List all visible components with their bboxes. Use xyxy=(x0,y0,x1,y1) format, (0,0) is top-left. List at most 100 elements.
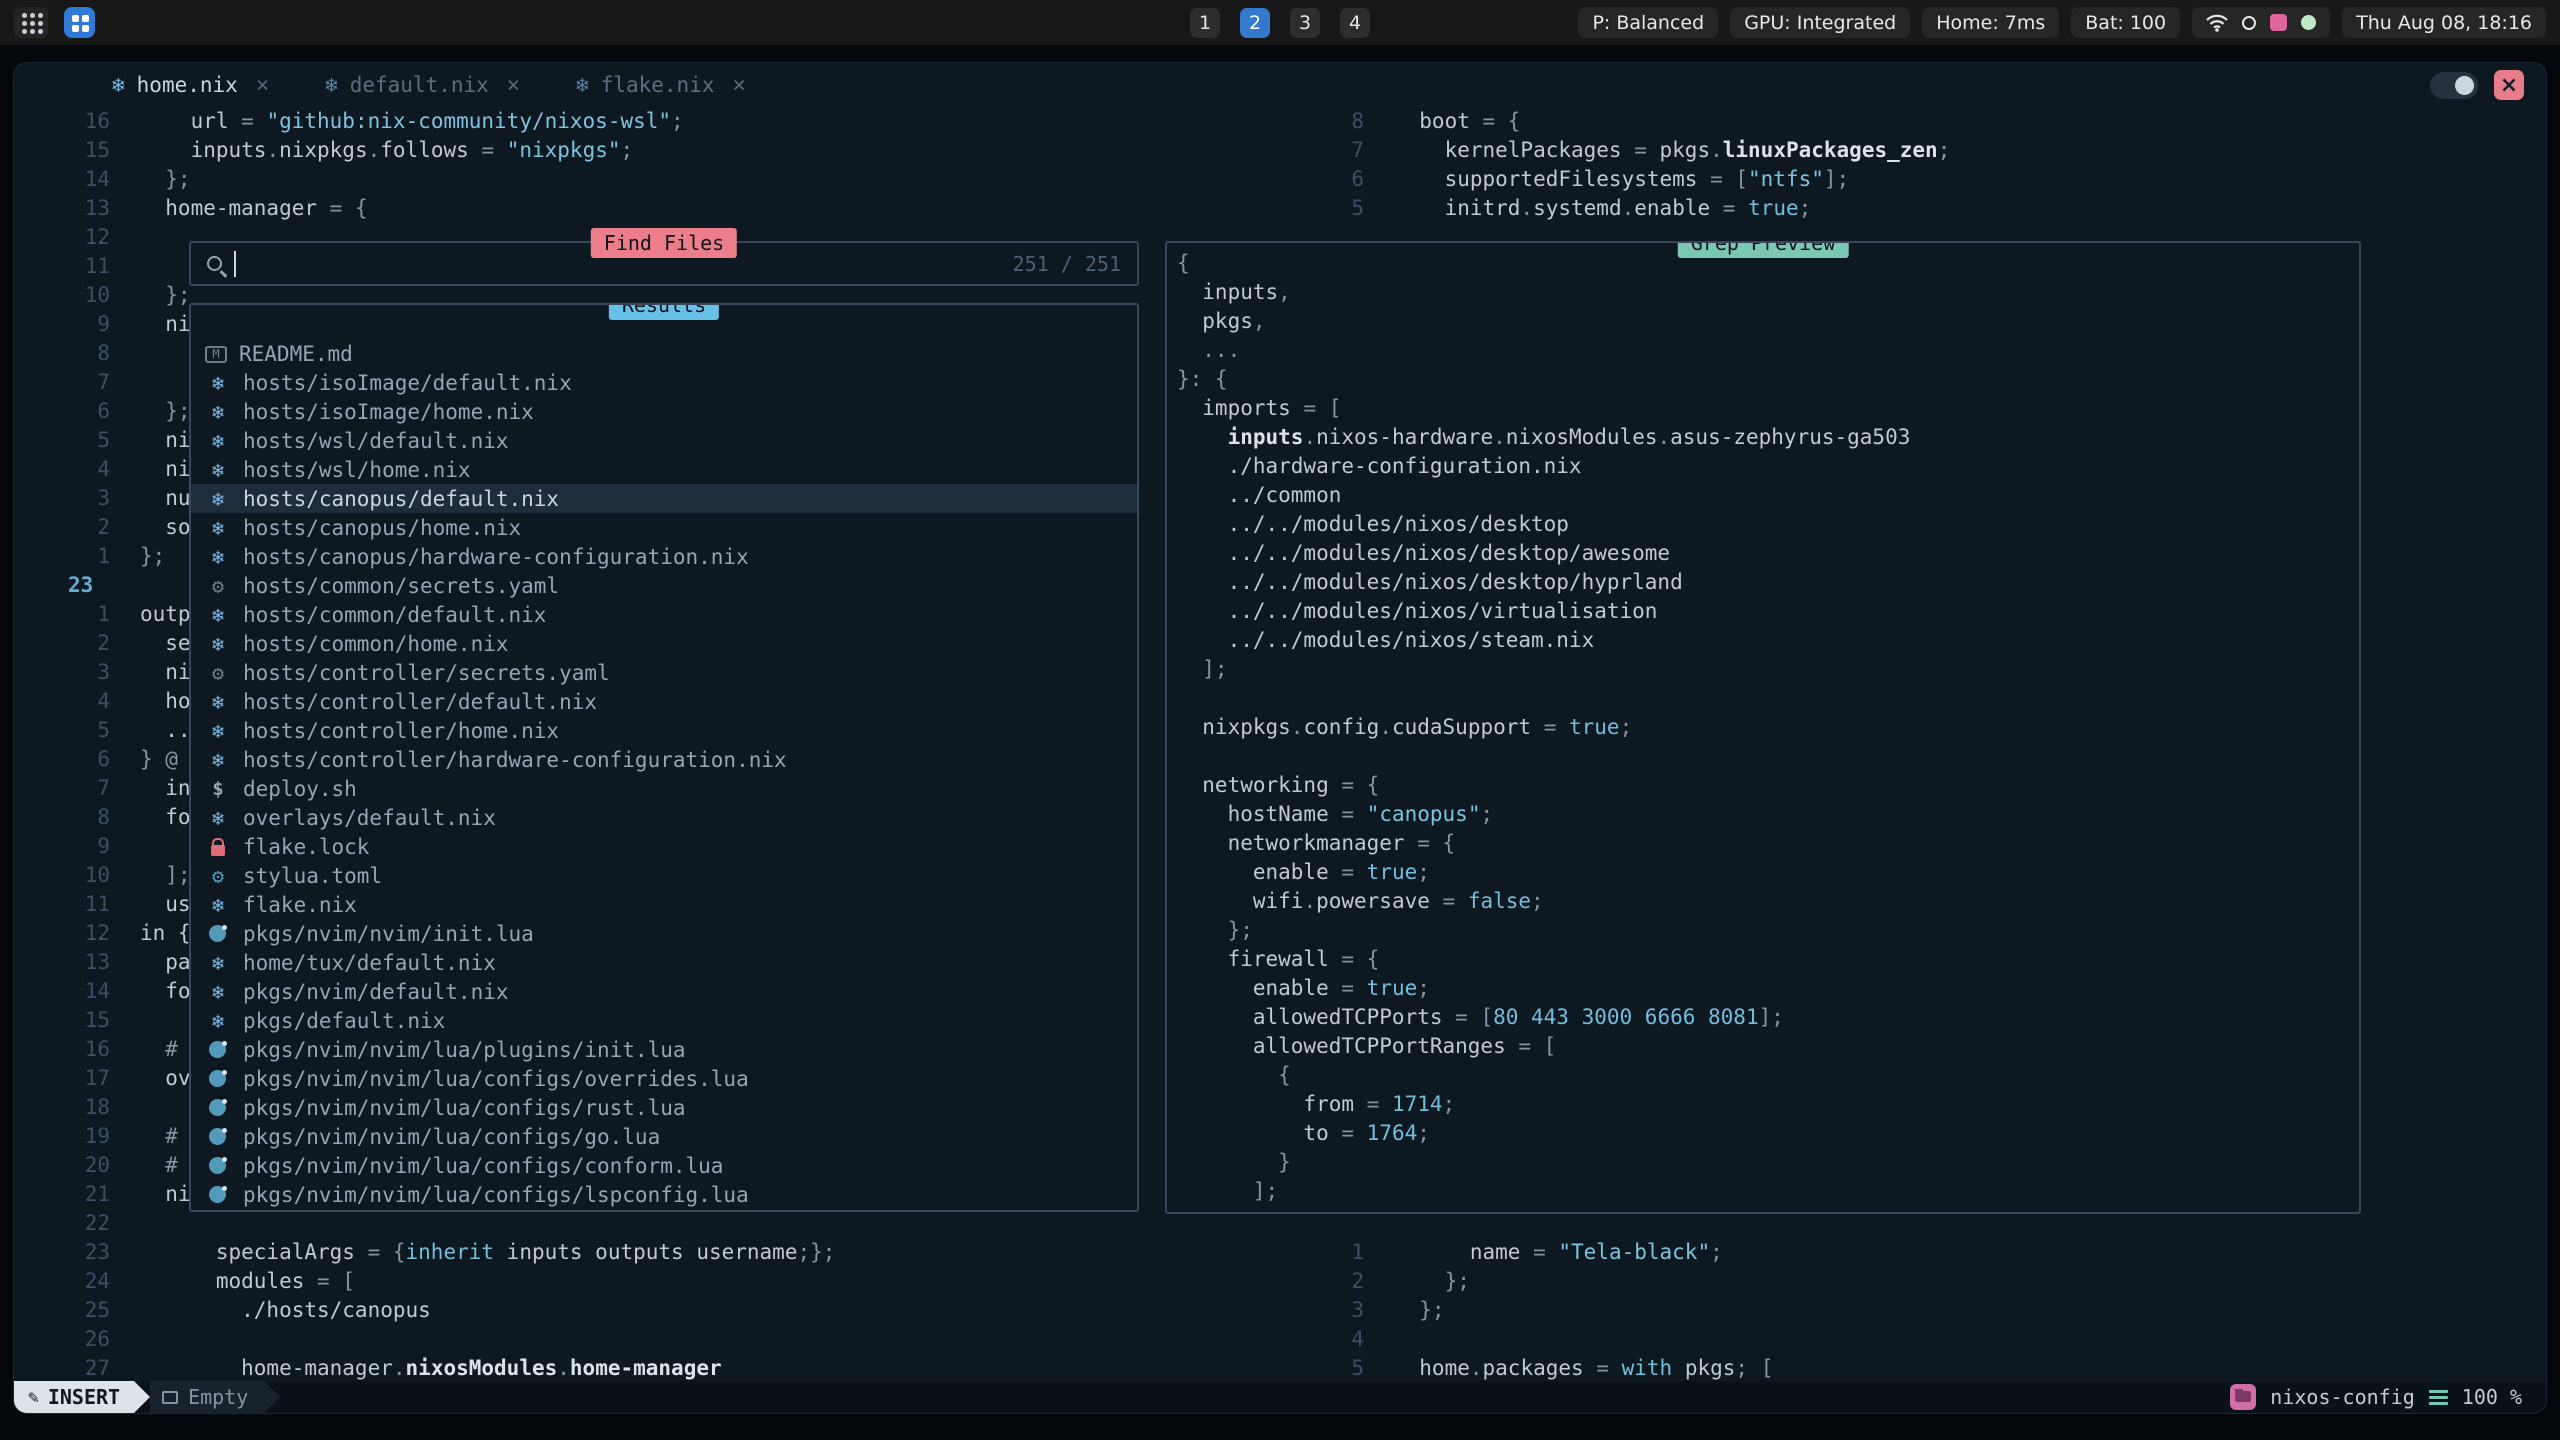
code-text: inputs, xyxy=(1177,278,1291,307)
code-text: ../../modules/nixos/desktop/awesome xyxy=(1177,539,1670,568)
theme-toggle[interactable] xyxy=(2430,72,2478,99)
result-row[interactable]: pkgs/nvim/nvim/lua/configs/overrides.lua xyxy=(191,1064,1137,1093)
workspace-3[interactable]: 3 xyxy=(1290,8,1320,38)
line-number: 1 xyxy=(40,600,140,629)
result-row[interactable]: hosts/canopus/hardware-configuration.nix xyxy=(191,542,1137,571)
finder-results: Results README.mdhosts/isoImage/default.… xyxy=(189,303,1139,1212)
line-number: 5 xyxy=(40,426,140,455)
result-row[interactable]: hosts/isoImage/home.nix xyxy=(191,397,1137,426)
result-row[interactable]: hosts/wsl/default.nix xyxy=(191,426,1137,455)
media-icon xyxy=(2270,14,2287,31)
finder-prompt[interactable]: Find Files 251 / 251 xyxy=(189,241,1139,286)
line-number: 4 xyxy=(40,455,140,484)
tab-close-icon[interactable]: × xyxy=(256,73,269,98)
result-row[interactable]: flake.lock xyxy=(191,832,1137,861)
code-text: home.packages = with pkgs; [ xyxy=(1394,1354,1773,1383)
scroll-progress: 100 % xyxy=(2462,1385,2522,1409)
code-line: 25 ./hosts/canopus xyxy=(40,1296,835,1325)
line-number: 26 xyxy=(40,1325,140,1354)
line-number: 9 xyxy=(40,832,140,861)
line-number: 21 xyxy=(40,1180,140,1209)
code-text: wifi.powersave = false; xyxy=(1177,887,1544,916)
result-row[interactable]: hosts/controller/home.nix xyxy=(191,716,1137,745)
system-tray xyxy=(2192,7,2330,38)
result-filename: hosts/common/home.nix xyxy=(243,632,509,656)
code-text: ... xyxy=(1177,336,1240,365)
result-row[interactable]: pkgs/nvim/nvim/lua/plugins/init.lua xyxy=(191,1035,1137,1064)
nix-file-icon xyxy=(205,486,231,512)
result-row[interactable]: pkgs/nvim/nvim/init.lua xyxy=(191,919,1137,948)
nix-icon: ❄ xyxy=(576,73,589,97)
result-row[interactable]: pkgs/nvim/nvim/lua/configs/rust.lua xyxy=(191,1093,1137,1122)
code-text: } @ xyxy=(140,745,178,774)
result-filename: pkgs/nvim/default.nix xyxy=(243,980,509,1004)
code-line: from = 1714; xyxy=(1177,1090,1910,1119)
result-row[interactable]: hosts/controller/default.nix xyxy=(191,687,1137,716)
tab-default-nix[interactable]: ❄ default.nix × xyxy=(297,63,548,107)
workspace-1[interactable]: 1 xyxy=(1190,8,1220,38)
result-row[interactable]: home/tux/default.nix xyxy=(191,948,1137,977)
result-row[interactable]: README.md xyxy=(191,339,1137,368)
result-row[interactable]: hosts/canopus/default.nix xyxy=(191,484,1137,513)
result-row[interactable]: pkgs/nvim/nvim/lua/configs/lspconfig.lua xyxy=(191,1180,1137,1209)
editor-pane-right-bottom[interactable]: 1 name = "Tela-black";2 };3 };45 home.pa… xyxy=(1294,1238,1773,1383)
result-filename: pkgs/nvim/nvim/lua/configs/lspconfig.lua xyxy=(243,1183,749,1207)
result-row[interactable]: overlays/default.nix xyxy=(191,803,1137,832)
code-text: enable = true; xyxy=(1177,858,1430,887)
lua-file-icon xyxy=(205,1095,231,1121)
workspace-4[interactable]: 4 xyxy=(1340,8,1370,38)
result-row[interactable]: hosts/controller/hardware-configuration.… xyxy=(191,745,1137,774)
code-text: allowedTCPPorts = [80 443 3000 6666 8081… xyxy=(1177,1003,1784,1032)
result-filename: stylua.toml xyxy=(243,864,382,888)
app-launcher-icon[interactable] xyxy=(14,7,48,38)
topbar-status-modules: P: Balanced GPU: Integrated Home: 7ms Ba… xyxy=(1578,7,2546,38)
gpu-module: GPU: Integrated xyxy=(1730,7,1910,38)
workspace-2[interactable]: 2 xyxy=(1240,8,1270,38)
result-row[interactable]: hosts/wsl/home.nix xyxy=(191,455,1137,484)
nix-file-icon xyxy=(205,457,231,483)
result-row[interactable]: hosts/common/default.nix xyxy=(191,600,1137,629)
topbar-left xyxy=(14,7,95,38)
nix-file-icon xyxy=(205,892,231,918)
search-icon xyxy=(207,256,222,271)
tab-flake-nix[interactable]: ❄ flake.nix × xyxy=(548,63,774,107)
result-row[interactable]: hosts/isoImage/default.nix xyxy=(191,368,1137,397)
progress-lines-icon xyxy=(2429,1390,2448,1393)
result-row[interactable]: hosts/controller/secrets.yaml xyxy=(191,658,1137,687)
window-close-button[interactable]: × xyxy=(2494,70,2524,100)
app-menu-icon[interactable] xyxy=(64,7,95,38)
code-text: in xyxy=(140,774,191,803)
line-number: 11 xyxy=(40,252,140,281)
code-line: 24 modules = [ xyxy=(40,1267,835,1296)
grep-preview-popup: Grep Preview { inputs, pkgs, ...}: { imp… xyxy=(1165,241,2361,1214)
result-row[interactable]: stylua.toml xyxy=(191,861,1137,890)
result-row[interactable]: pkgs/default.nix xyxy=(191,1006,1137,1035)
line-number: 27 xyxy=(40,1354,140,1383)
tab-label: default.nix xyxy=(350,73,489,97)
tab-home-nix[interactable]: ❄ home.nix × xyxy=(84,63,297,107)
code-text: ov xyxy=(140,1064,191,1093)
result-row[interactable]: hosts/common/secrets.yaml xyxy=(191,571,1137,600)
grid-icon xyxy=(22,13,27,18)
result-row[interactable]: pkgs/nvim/nvim/lua/configs/conform.lua xyxy=(191,1151,1137,1180)
tab-close-icon[interactable]: × xyxy=(507,73,520,98)
line-number: 18 xyxy=(40,1093,140,1122)
tab-close-icon[interactable]: × xyxy=(733,73,746,98)
line-number: 6 xyxy=(1294,165,1394,194)
code-text: }; xyxy=(1177,916,1253,945)
result-row[interactable]: pkgs/nvim/nvim/lua/configs/go.lua xyxy=(191,1122,1137,1151)
result-row[interactable]: hosts/canopus/home.nix xyxy=(191,513,1137,542)
workspace-switcher: 1 2 3 4 xyxy=(1190,8,1370,38)
result-row[interactable]: pkgs/nvim/default.nix xyxy=(191,977,1137,1006)
buffer-label: Empty xyxy=(188,1385,248,1409)
editor-pane-right-top[interactable]: 8 boot = {7 kernelPackages = pkgs.linuxP… xyxy=(1294,107,1950,223)
code-line: 8 boot = { xyxy=(1294,107,1950,136)
result-row[interactable]: deploy.sh xyxy=(191,774,1137,803)
result-row[interactable]: flake.nix xyxy=(191,890,1137,919)
lua-file-icon xyxy=(205,1124,231,1150)
code-line: 15 inputs.nixpkgs.follows = "nixpkgs"; xyxy=(40,136,835,165)
code-text: ni xyxy=(140,310,191,339)
line-number: 6 xyxy=(40,397,140,426)
nix-file-icon xyxy=(205,515,231,541)
result-row[interactable]: hosts/common/home.nix xyxy=(191,629,1137,658)
